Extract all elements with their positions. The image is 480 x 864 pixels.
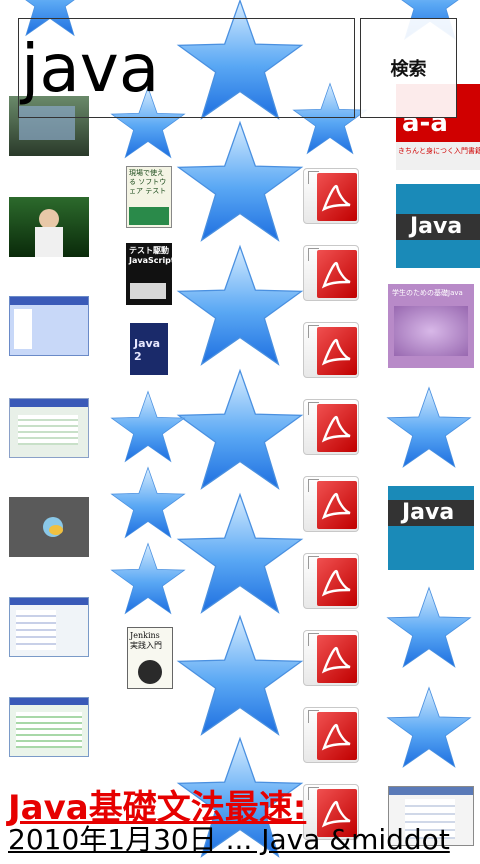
book-cover-title: Java [402,500,455,525]
book-cover[interactable]: Jenkins 実践入門 [127,627,173,689]
star-icon[interactable] [176,244,304,372]
result-snippet[interactable]: 2010年1月30日 ... Java &middot [8,818,450,858]
video-thumbnail[interactable] [9,296,89,356]
results-grid: 現場で使える ソフトウェア テスト テスト駆動 JavaScript Java … [0,0,480,857]
search-button[interactable]: 検索 [360,18,457,118]
star-icon[interactable] [110,542,186,618]
video-thumbnail[interactable] [9,597,89,657]
video-thumbnail[interactable] [9,197,89,257]
book-cover-title: テスト駆動 JavaScript [129,246,172,265]
star-icon[interactable] [110,466,186,542]
star-icon[interactable] [176,492,304,620]
search-input[interactable]: java [18,18,355,118]
pdf-icon[interactable] [303,476,359,532]
star-icon[interactable] [176,368,304,496]
pdf-icon[interactable] [303,399,359,455]
video-thumbnail[interactable] [9,697,89,757]
star-icon[interactable] [176,120,304,248]
pdf-icon[interactable] [303,168,359,224]
book-cover-title: Jenkins 実践入門 [130,631,162,650]
book-cover[interactable]: 学生のための基礎Java [388,284,474,368]
star-icon[interactable] [110,390,186,466]
book-cover-subtitle: きちんと身につく入門書籍 [398,147,480,155]
book-cover[interactable]: 現場で使える ソフトウェア テスト [126,166,172,228]
book-cover-title: Java [410,214,463,239]
pdf-icon[interactable] [303,630,359,686]
pdf-icon[interactable] [303,322,359,378]
star-icon[interactable] [386,386,472,472]
video-thumbnail[interactable] [9,497,89,557]
star-icon[interactable] [386,586,472,672]
star-icon[interactable] [176,614,304,742]
book-cover-title: 学生のための基礎Java [392,289,463,297]
book-cover-title: Java 2 [134,337,161,363]
book-cover[interactable]: Java [396,184,480,268]
star-icon[interactable] [386,686,472,772]
pdf-icon[interactable] [303,553,359,609]
book-cover[interactable]: Java [388,486,474,570]
book-cover[interactable]: テスト駆動 JavaScript [126,243,172,305]
pdf-icon[interactable] [303,707,359,763]
book-cover[interactable]: Java 2 [130,323,168,375]
video-thumbnail[interactable] [9,398,89,458]
book-cover-title: 現場で使える ソフトウェア テスト [129,169,167,195]
pdf-icon[interactable] [303,245,359,301]
